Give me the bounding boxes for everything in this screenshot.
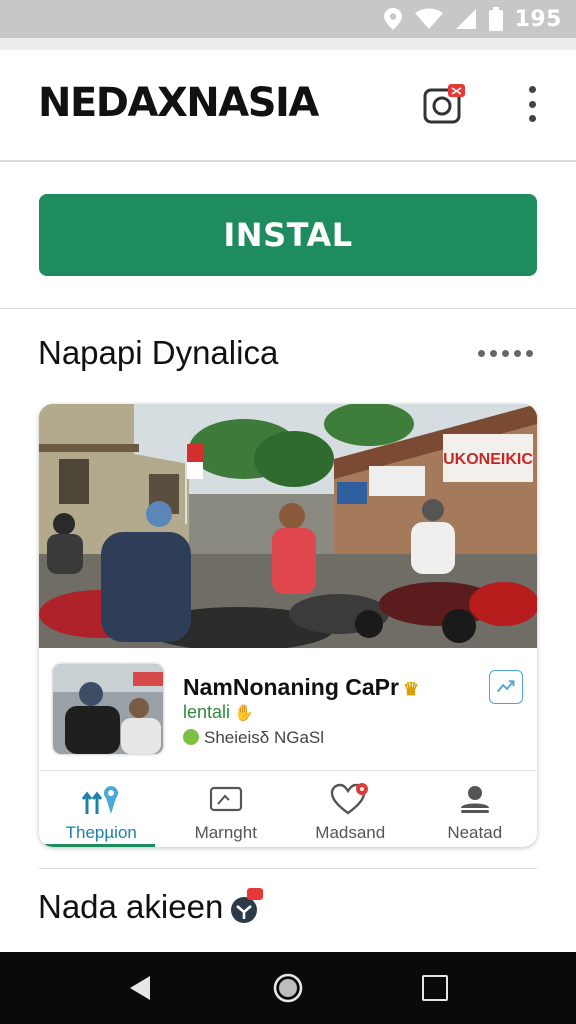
tab-label: Marnght <box>194 823 257 842</box>
card-meta: Sheieisδ NGaSl <box>183 728 324 748</box>
install-button[interactable]: INSTAL <box>39 194 537 276</box>
status-bar: 195 <box>0 0 576 38</box>
app-title: NEDAXNASIA <box>38 80 319 126</box>
card-subtitle-text: lentali <box>183 702 231 722</box>
menu-dot <box>528 100 536 108</box>
more-dot <box>490 349 497 357</box>
tab-label: Madsand <box>315 823 386 842</box>
signal-icon <box>455 9 476 29</box>
battery-icon <box>488 7 503 31</box>
more-dot <box>478 349 485 357</box>
recents-icon[interactable] <box>422 975 448 1001</box>
tab-1[interactable]: Marnght <box>164 771 289 847</box>
menu-dot <box>528 86 536 93</box>
camera-notification-icon[interactable] <box>422 84 466 126</box>
home-icon[interactable] <box>272 972 304 1004</box>
card-meta-text: Sheieisδ NGaSl <box>204 728 325 747</box>
wave-icon: ✋ <box>234 705 254 722</box>
tab-label: Thepµion <box>65 823 137 842</box>
menu-dot <box>528 115 536 122</box>
card-tabs: Thepµion Marnght Madsand Neatad <box>39 770 537 847</box>
bottom-section-title: Nada akieen <box>38 888 224 925</box>
tab-3[interactable]: Neatad <box>413 771 538 847</box>
more-dot <box>526 349 533 357</box>
person-icon <box>455 783 495 817</box>
smiley-icon <box>183 729 199 745</box>
status-time: 195 <box>514 6 562 32</box>
card-title: NamNonaning CaPr ♛ <box>183 674 419 701</box>
thumbnail-image[interactable] <box>53 664 163 754</box>
location-icon <box>383 8 402 30</box>
status-icons: 195 <box>383 6 562 32</box>
card-subtitle: lentali ✋ <box>183 702 254 723</box>
tab-label: Neatad <box>447 823 503 842</box>
divider <box>39 868 537 869</box>
card-title-text: NamNonaning CaPr <box>183 674 399 700</box>
divider <box>0 308 576 309</box>
featured-card[interactable]: UKONEIKIC NamNonaning CaPr ♛ lentali ✋ S… <box>39 404 537 847</box>
status-strip <box>0 38 576 50</box>
card-info: NamNonaning CaPr ♛ lentali ✋ Sheieisδ NGaS… <box>39 648 537 770</box>
more-dot <box>502 349 509 357</box>
tab-0[interactable]: Thepµion <box>39 771 164 847</box>
wifi-icon <box>414 8 443 29</box>
section-more-icon[interactable] <box>478 346 538 360</box>
app-header: NEDAXNASIA <box>0 50 576 162</box>
banner-text: UKONEIKIC <box>443 451 533 468</box>
back-icon[interactable] <box>128 974 152 1002</box>
people-pin-icon <box>81 783 121 817</box>
more-dot <box>514 349 521 357</box>
section-title: Napapi Dynalica <box>38 334 279 371</box>
crown-icon: ♛ <box>402 679 420 699</box>
heart-icon <box>330 783 370 817</box>
active-tab-indicator <box>39 844 155 847</box>
share-icon[interactable] <box>489 670 523 704</box>
street-market-photo[interactable]: UKONEIKIC <box>39 404 537 648</box>
badge-icon[interactable] <box>229 886 265 926</box>
system-nav-bar <box>0 952 576 1024</box>
tab-2[interactable]: Madsand <box>288 771 413 847</box>
overflow-menu-icon[interactable] <box>514 84 550 124</box>
picture-frame-icon <box>206 783 246 817</box>
